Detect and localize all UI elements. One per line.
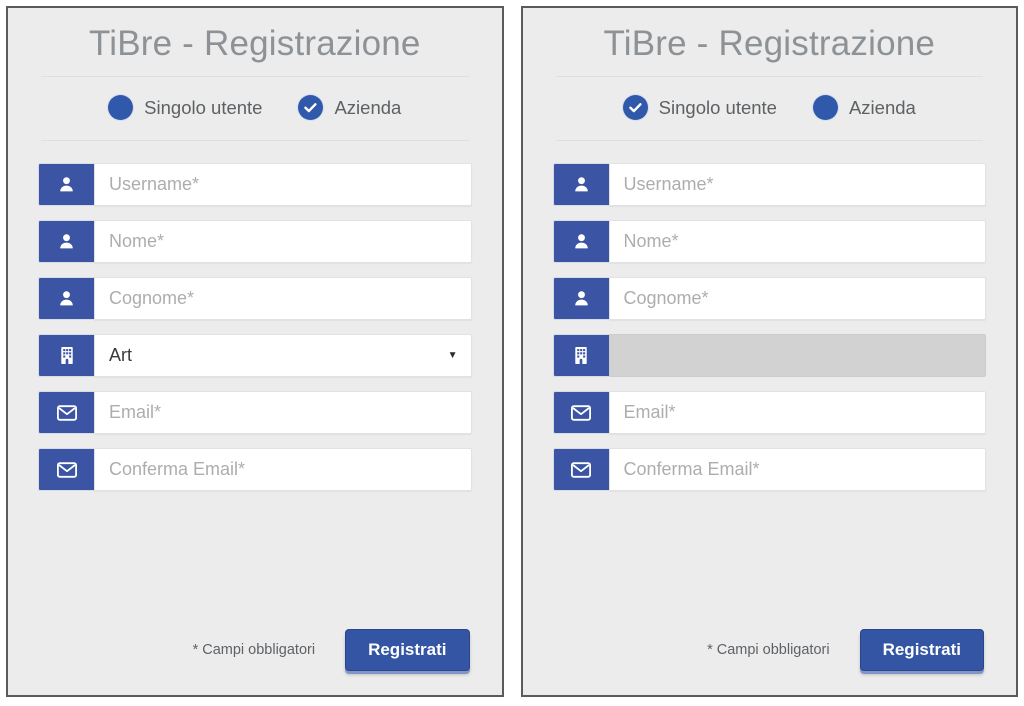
required-fields-note: * Campi obbligatori	[192, 642, 316, 658]
account-type-label: Singolo utente	[144, 96, 263, 118]
text-input[interactable]: Conferma Email*	[94, 448, 472, 491]
form-field-row: Username*	[552, 163, 986, 206]
field-placeholder: Username*	[623, 174, 714, 194]
field-placeholder: Conferma Email*	[109, 459, 246, 479]
form-field-row: Cognome*	[38, 277, 472, 320]
form-field-row: Username*	[38, 163, 472, 206]
field-placeholder: Nome*	[109, 231, 165, 251]
registration-comparison-screen: TiBre - Registrazione Singolo utente Azien…	[0, 0, 1024, 706]
user-icon	[38, 277, 94, 320]
account-type-label: Azienda	[848, 96, 916, 118]
radio-filled-icon[interactable]	[108, 95, 134, 120]
form-field-row: Conferma Email*	[38, 448, 472, 491]
check-circle-icon[interactable]	[622, 95, 648, 120]
field-placeholder: Nome*	[623, 231, 679, 251]
envelope-icon	[38, 448, 94, 491]
chevron-down-icon[interactable]: ▼	[448, 350, 458, 361]
account-type-option[interactable]: Singolo utente	[108, 95, 262, 120]
account-type-option[interactable]: Singolo utente	[622, 95, 777, 120]
user-icon	[38, 163, 94, 206]
text-input[interactable]: Nome*	[94, 220, 472, 263]
form-field-row: Nome*	[552, 220, 986, 263]
account-type-label: Singolo utente	[658, 96, 777, 118]
building-icon	[38, 334, 94, 377]
form-footer: * Campi obbligatori Registrati	[553, 629, 987, 695]
building-icon	[552, 334, 609, 377]
page-title: TiBre - Registrazione	[603, 24, 936, 63]
account-type-option[interactable]: Azienda	[298, 95, 401, 120]
company-select[interactable]: Art ▼	[94, 334, 472, 377]
field-placeholder: Conferma Email*	[623, 459, 760, 479]
field-placeholder: Email*	[109, 402, 162, 422]
registration-panel: TiBre - Registrazione Singolo utente Azien…	[520, 6, 1018, 697]
form-field-row: Cognome*	[552, 277, 986, 320]
form-footer: * Campi obbligatori Registrati	[38, 629, 472, 695]
text-input[interactable]: Cognome*	[94, 277, 472, 320]
registration-form: Username* Nome* Cognome* Email* Conferma Ema…	[552, 141, 986, 629]
form-field-row	[552, 334, 986, 377]
text-input[interactable]: Email*	[608, 391, 986, 434]
form-field-row: Email*	[552, 391, 986, 434]
envelope-icon	[552, 391, 609, 434]
text-input[interactable]: Conferma Email*	[608, 448, 986, 491]
account-type-selector: Singolo utente Azienda	[38, 77, 472, 140]
user-icon	[552, 277, 609, 320]
text-input[interactable]: Username*	[608, 163, 986, 206]
field-placeholder: Cognome*	[109, 288, 195, 308]
user-icon	[552, 163, 609, 206]
envelope-icon	[552, 448, 609, 491]
register-button[interactable]: Registrati	[859, 629, 984, 671]
user-icon	[38, 220, 94, 263]
register-button[interactable]: Registrati	[345, 629, 470, 671]
user-icon	[552, 220, 609, 263]
form-field-row: Art ▼	[38, 334, 472, 377]
account-type-label: Azienda	[334, 96, 402, 118]
field-placeholder: Email*	[623, 402, 676, 422]
page-title: TiBre - Registrazione	[88, 24, 421, 63]
registration-panel: TiBre - Registrazione Singolo utente Azien…	[6, 6, 504, 697]
field-placeholder: Username*	[109, 174, 200, 194]
account-type-selector: Singolo utente Azienda	[553, 77, 987, 140]
text-input[interactable]: Username*	[94, 163, 472, 206]
account-type-option[interactable]: Azienda	[812, 95, 916, 120]
company-select	[608, 334, 986, 377]
text-input[interactable]: Cognome*	[608, 277, 986, 320]
check-circle-icon[interactable]	[298, 95, 324, 120]
form-field-row: Conferma Email*	[552, 448, 986, 491]
field-placeholder: Cognome*	[623, 288, 709, 308]
registration-form: Username* Nome* Cognome* Art ▼ Email* Conferma…	[38, 141, 472, 629]
form-field-row: Email*	[38, 391, 472, 434]
text-input[interactable]: Email*	[94, 391, 472, 434]
envelope-icon	[38, 391, 94, 434]
field-value: Art	[109, 345, 133, 365]
required-fields-note: * Campi obbligatori	[707, 642, 830, 658]
text-input[interactable]: Nome*	[608, 220, 986, 263]
form-field-row: Nome*	[38, 220, 472, 263]
radio-filled-icon[interactable]	[812, 95, 838, 120]
